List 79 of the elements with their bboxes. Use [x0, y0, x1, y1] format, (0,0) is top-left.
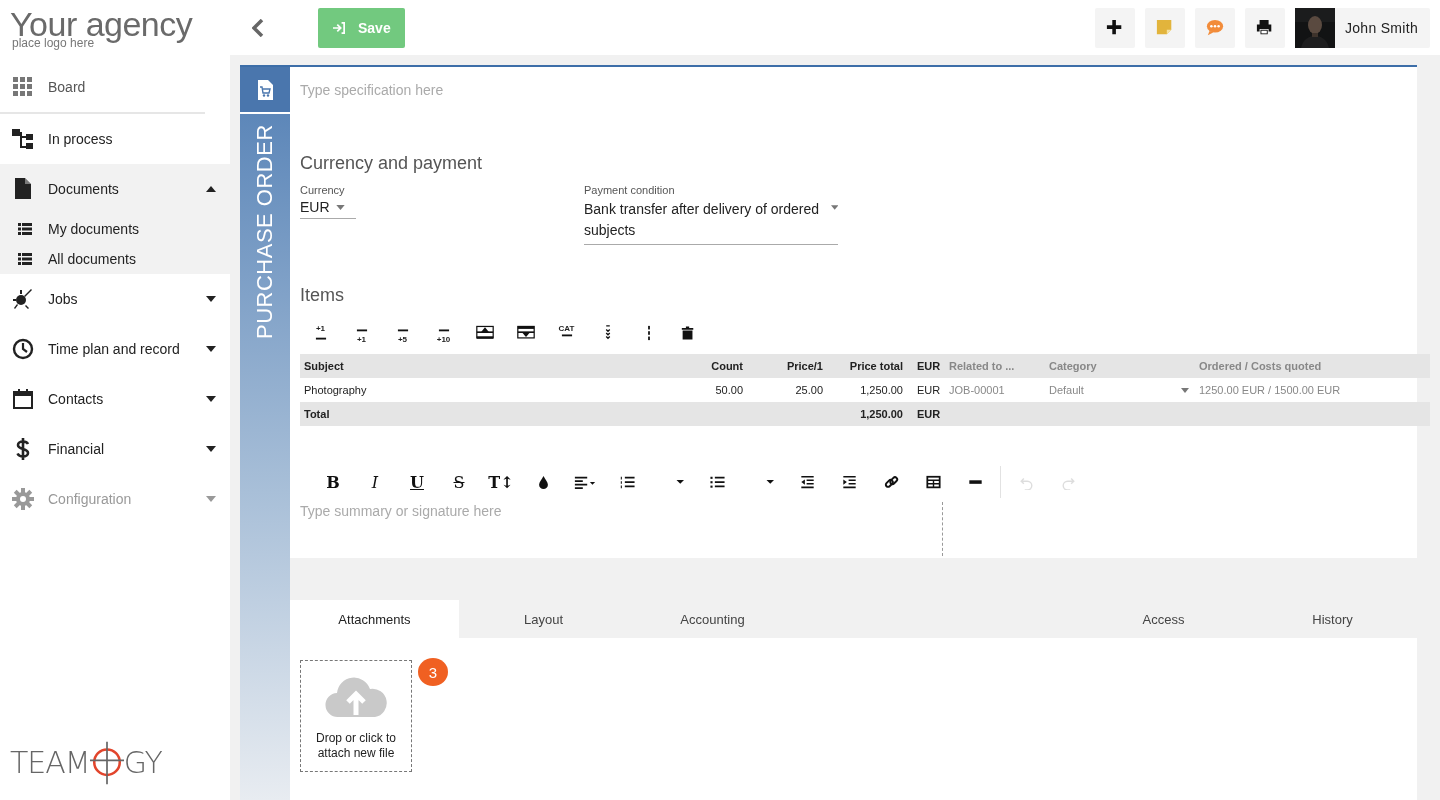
- nav-item[interactable]: In process: [0, 114, 230, 164]
- table-cell-text: 1,250.00: [859, 384, 904, 396]
- nav-item[interactable]: Time plan and record: [0, 324, 230, 374]
- clock-icon: [12, 338, 34, 360]
- tab[interactable]: Accounting: [628, 600, 797, 638]
- list-icon: [18, 223, 32, 235]
- file-drop-zone[interactable]: Drop or click to attach new file: [300, 660, 412, 772]
- table-cell-text: 25.00: [794, 384, 824, 396]
- cloud-upload-icon: [324, 675, 388, 719]
- plus-button[interactable]: [1094, 7, 1135, 48]
- column-header: Price total: [848, 360, 904, 372]
- table-cell-text: Photography: [303, 384, 368, 396]
- add-row-button[interactable]: +1: [341, 320, 382, 346]
- count-badge: 3: [418, 658, 448, 686]
- category-select[interactable]: Default: [1045, 378, 1195, 402]
- column-header: Price/1: [785, 360, 824, 372]
- nav-item[interactable]: Jobs: [0, 274, 230, 324]
- list-icon: [18, 253, 32, 265]
- nav-subitem[interactable]: My documents: [0, 214, 230, 244]
- hierarchy-icon: [12, 128, 34, 150]
- document-tab[interactable]: [240, 67, 290, 114]
- table-cell-text: JOB-00001: [948, 384, 1006, 396]
- printer-button[interactable]: [1244, 7, 1285, 48]
- total-amount: 1,250.00: [859, 408, 904, 420]
- bold-button[interactable]: B: [312, 467, 354, 497]
- total-currency: EUR: [916, 408, 942, 420]
- move-row-down-icon: [516, 325, 535, 341]
- currency-select[interactable]: EUR: [300, 199, 356, 219]
- table-cell-text: 1250.00 EUR / 1500.00 EUR: [1198, 384, 1342, 396]
- brand-logo-text: TEAM: [10, 745, 90, 780]
- field-label: Payment condition: [584, 184, 676, 196]
- move-row-up-icon: [475, 325, 494, 341]
- burst-icon: [12, 288, 34, 310]
- column-header: Ordered / Costs quoted: [1198, 360, 1323, 372]
- payment-condition-select[interactable]: Bank transfer after delivery of ordered subjects: [584, 199, 838, 245]
- tab[interactable]: Attachments: [290, 600, 459, 638]
- calendar-icon: [12, 388, 34, 410]
- column-header: Count: [710, 360, 744, 372]
- tab[interactable]: Layout: [459, 600, 628, 638]
- printer-icon: [1255, 18, 1274, 37]
- nav-subitem[interactable]: All documents: [0, 244, 230, 274]
- add-row-button[interactable]: +10: [423, 320, 464, 346]
- underline-button[interactable]: U: [396, 467, 438, 497]
- sign-in-icon: [332, 21, 346, 34]
- nav-item[interactable]: Financial: [0, 424, 230, 474]
- column-header: Related to ...: [948, 360, 1016, 372]
- tab[interactable]: Access: [1079, 600, 1248, 638]
- column-header: Subject: [303, 360, 345, 372]
- gear-icon: [12, 488, 34, 510]
- section-title: Items: [300, 285, 345, 306]
- size-button[interactable]: T↕: [480, 467, 522, 497]
- sticky-note-icon: [1155, 18, 1174, 37]
- column-header: Category: [1048, 360, 1098, 372]
- column-header: EUR: [916, 360, 942, 372]
- chat-icon: [1205, 18, 1224, 37]
- tab[interactable]: History: [1248, 600, 1417, 638]
- italic-button[interactable]: I: [354, 467, 396, 497]
- user-menu[interactable]: John Smith: [1294, 7, 1430, 48]
- brand-logo-text: GY: [123, 745, 162, 780]
- caret-icon: [1181, 387, 1189, 393]
- add-row-button[interactable]: +5: [382, 320, 423, 346]
- nav-item[interactable]: Documents: [0, 164, 230, 214]
- table-cell-text: 50.00: [714, 384, 744, 396]
- nav-item[interactable]: Board: [0, 62, 205, 114]
- caret-icon: [830, 205, 838, 210]
- grid-icon: [12, 76, 34, 98]
- strike-button[interactable]: S: [438, 467, 480, 497]
- field-label: Currency: [300, 184, 346, 196]
- cart-document-icon: [257, 79, 273, 100]
- plus-icon: [1105, 18, 1124, 37]
- add-row-button[interactable]: +1: [300, 320, 341, 346]
- nav-item[interactable]: Contacts: [0, 374, 230, 424]
- section-title: Currency and payment: [300, 153, 484, 174]
- document-icon: [12, 178, 34, 200]
- table-cell-text: EUR: [916, 384, 942, 396]
- document-type-label: PURCHASE ORDER: [252, 124, 278, 341]
- total-label: Total: [303, 408, 331, 420]
- category-row-button[interactable]: CAT: [546, 320, 587, 346]
- caret-icon: [335, 205, 345, 210]
